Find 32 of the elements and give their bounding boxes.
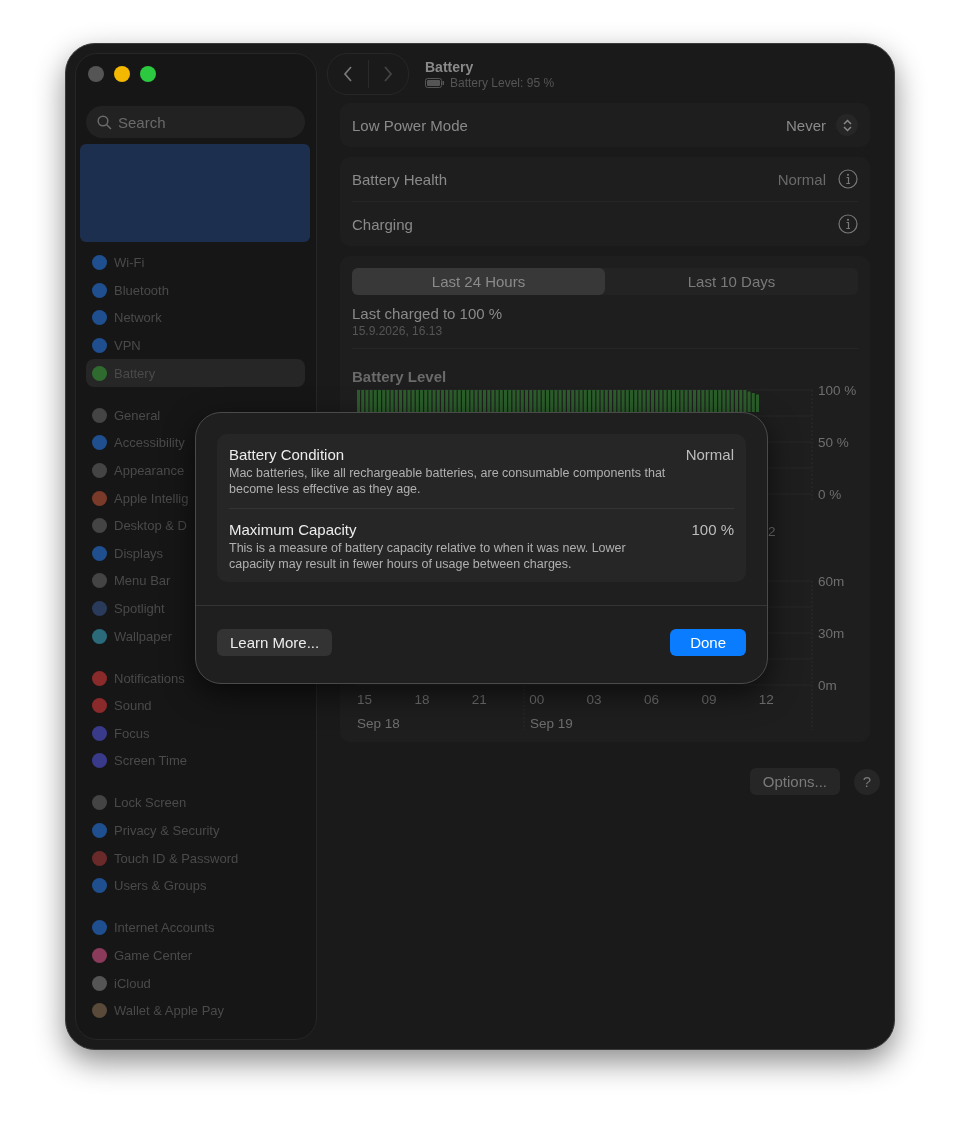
last-charged-text: Last charged to 100 % — [352, 305, 504, 322]
setting-label: Battery Health — [352, 170, 448, 188]
info-description: This is a measure of battery capacity relative to when it was new. Lower capacity may result in fewer hours of usage between charges. — [229, 539, 627, 572]
info-title: Maximum Capacity — [229, 520, 357, 538]
setting-value: Never — [786, 116, 826, 134]
axis-label: 15 — [357, 692, 373, 707]
info-value: 100 % — [691, 520, 734, 538]
axis-label: 21 — [471, 692, 487, 707]
chart-title: Battery Level — [352, 368, 447, 385]
axis-label: 2 — [768, 524, 776, 539]
info-title: Battery Condition — [229, 446, 345, 463]
axis-label: 30m — [818, 626, 845, 641]
axis-label: Sep 18 — [357, 716, 400, 731]
axis-label: 60m — [818, 574, 845, 589]
axis-label: 0m — [818, 678, 837, 693]
axis-label: 03 — [586, 692, 602, 707]
setting-label: Low Power Mode — [352, 116, 468, 134]
setting-value: Normal — [777, 170, 826, 188]
axis-label: 0 % — [818, 487, 842, 502]
axis-label: 18 — [414, 692, 430, 707]
axis-label: 00 — [529, 692, 545, 707]
info-value: Normal — [685, 446, 734, 463]
axis-label: 09 — [701, 692, 717, 707]
axis-label: 50 % — [818, 435, 849, 450]
setting-label: Charging — [352, 215, 413, 233]
info-description: Mac batteries, like all rechargeable batteries, are consumable components that become less effective as they age. — [229, 465, 667, 498]
axis-label: 06 — [644, 692, 660, 707]
window-title: Battery — [425, 58, 475, 75]
axis-label: 12 — [758, 692, 774, 707]
battery-level-text: Battery Level: 95 % — [450, 75, 555, 90]
axis-label: 100 % — [818, 383, 857, 398]
axis-label: Sep 19 — [530, 716, 573, 731]
